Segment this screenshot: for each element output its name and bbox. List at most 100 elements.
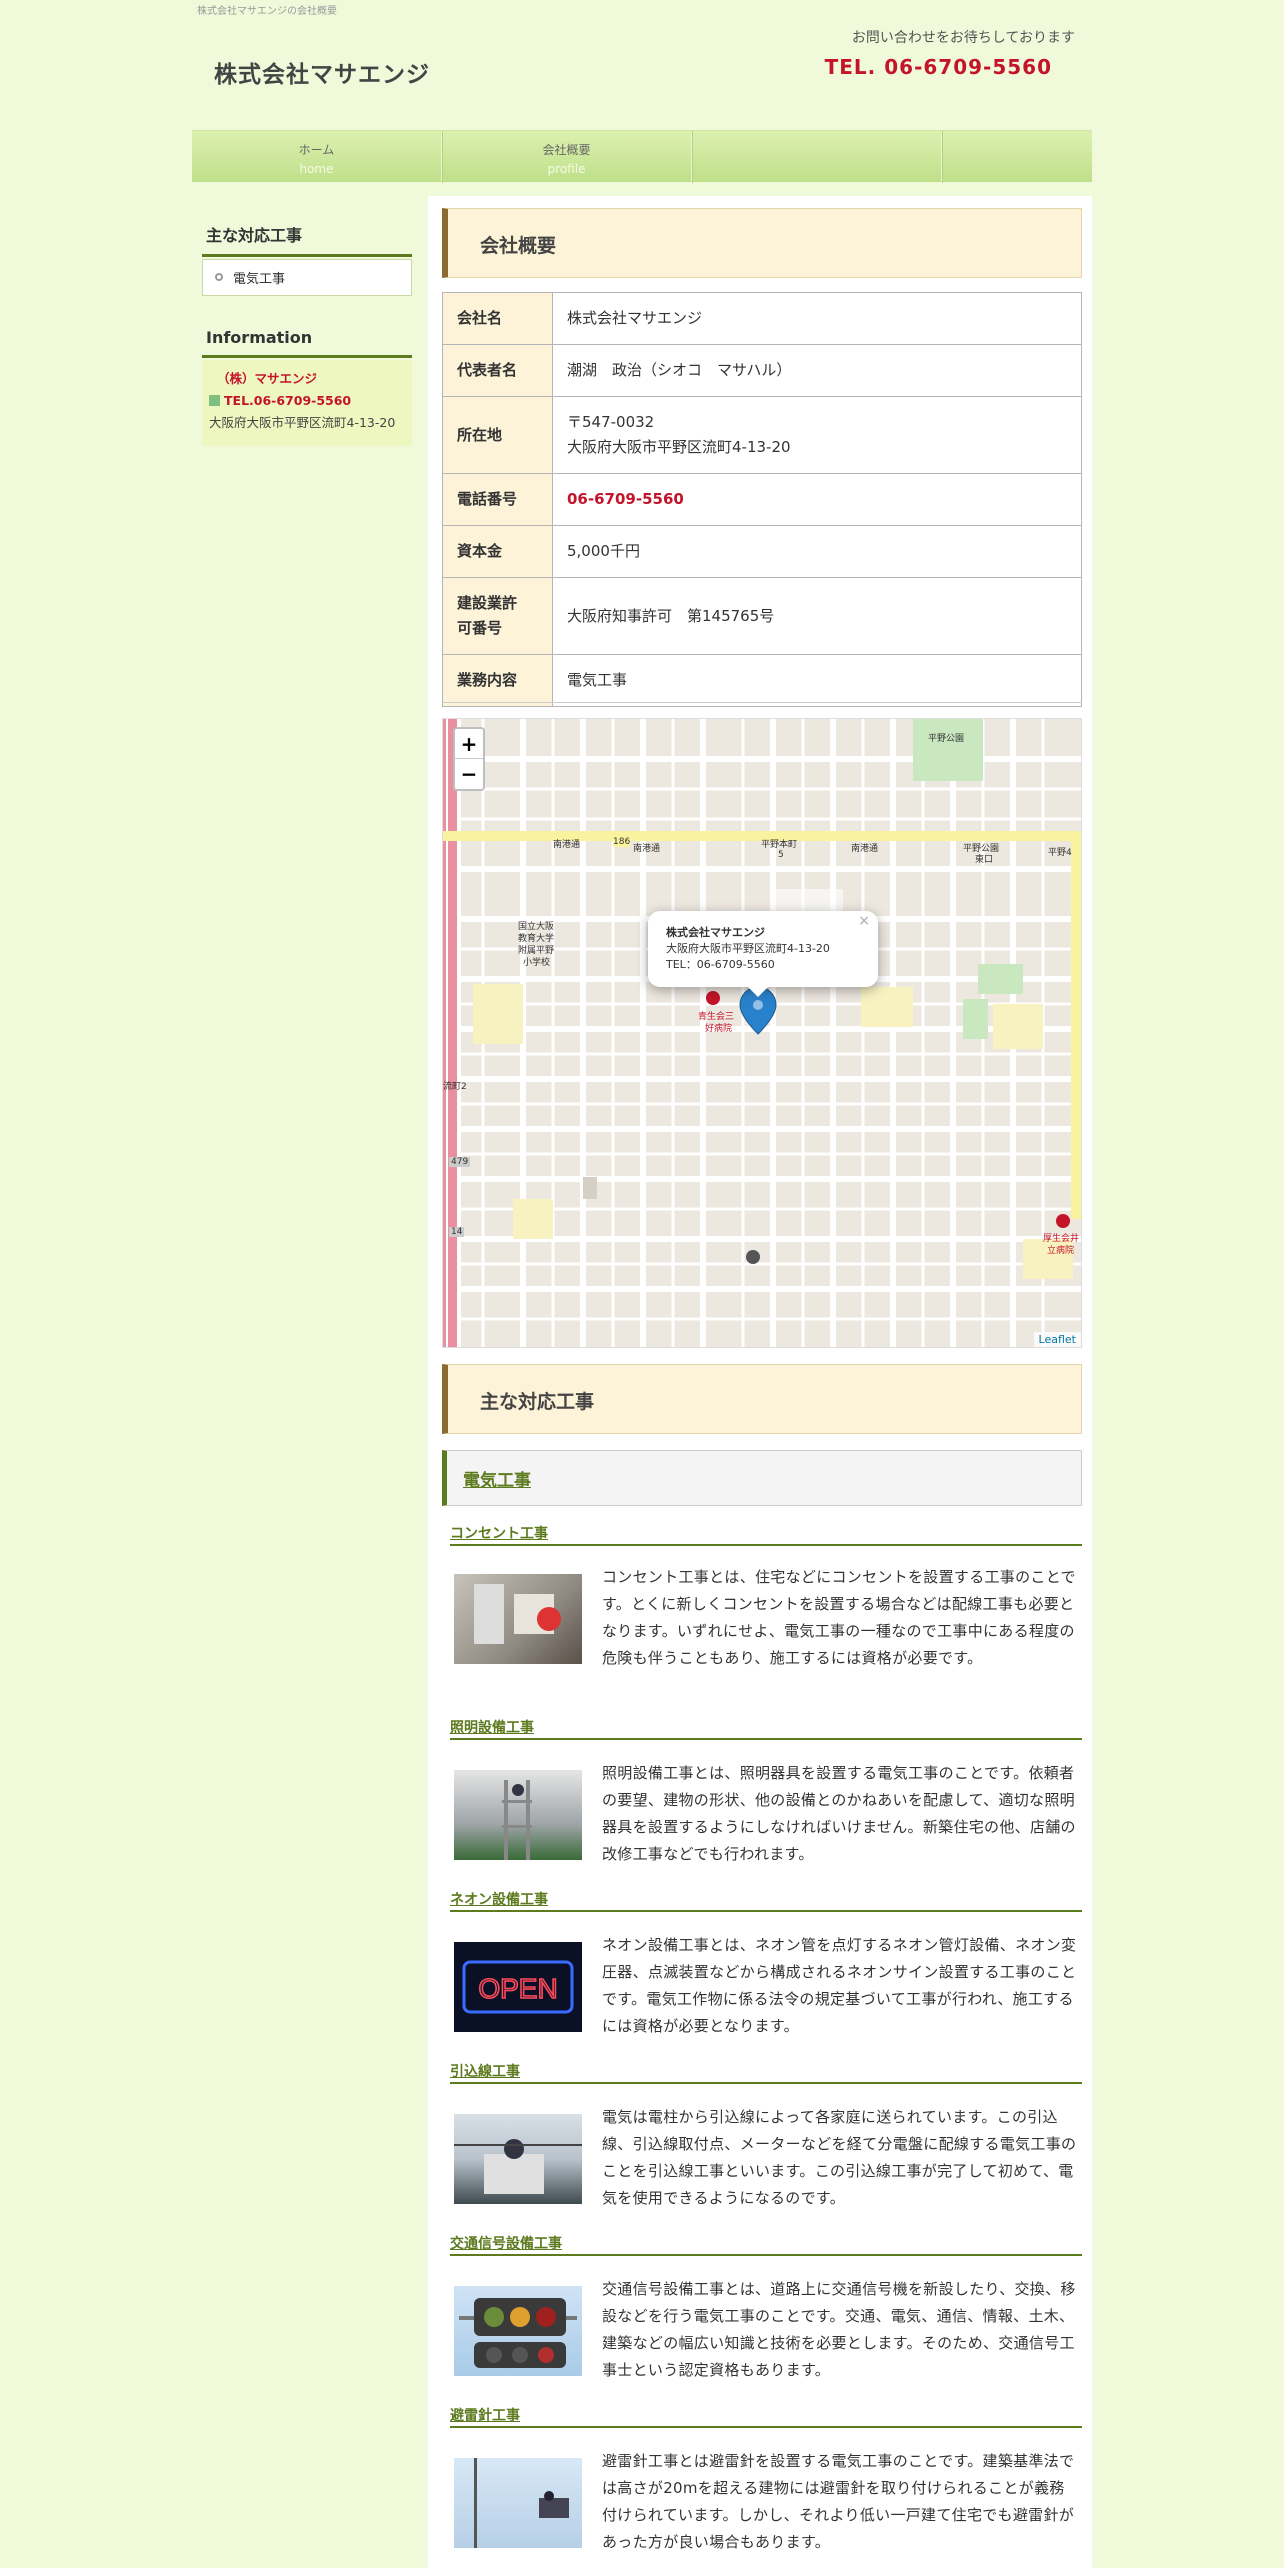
zoom-out-button[interactable]: −	[455, 759, 483, 789]
company-row-value: 〒547-0032 大阪府大阪市平野区流町4-13-20	[552, 396, 1082, 474]
service-title[interactable]: 交通信号設備工事	[450, 2230, 1082, 2256]
service-title[interactable]: 避雷針工事	[450, 2402, 1082, 2428]
company-row: 資本金 5,000千円	[442, 525, 1082, 578]
info-tel[interactable]: TEL.06-6709-5560	[209, 390, 405, 412]
sidebar-item-label: 電気工事	[233, 272, 286, 287]
lighting-work-photo	[454, 1770, 582, 1860]
map-label: 立病院	[1047, 1246, 1075, 1256]
popup-address: 大阪府大阪市平野区流町4-13-20	[666, 942, 830, 955]
company-row-value: 5,000千円	[552, 525, 1082, 578]
category-link[interactable]: 電気工事	[463, 1471, 531, 1491]
traffic-signal-photo	[454, 2286, 582, 2376]
phone-icon	[209, 395, 220, 406]
company-row-label: 建設業許 可番号	[442, 577, 553, 655]
company-row-label: 資本金	[442, 525, 553, 578]
service-line-photo	[454, 2114, 582, 2204]
company-row-label: 所在地	[442, 396, 553, 474]
header-tel[interactable]: TEL. 06-6709-5560	[825, 55, 1052, 79]
company-row-value: 潮湖 政治（シオコ マサハル）	[552, 344, 1082, 397]
company-row: 会社名 株式会社マサエンジ	[442, 292, 1082, 345]
company-row-label: 代表者名	[442, 344, 553, 397]
map-label: 186	[613, 837, 631, 847]
map-label: 5	[778, 850, 784, 860]
service-title[interactable]: ネオン設備工事	[450, 1886, 1082, 1912]
map-label: 南港通	[851, 844, 879, 854]
company-heading: 会社概要	[442, 208, 1082, 278]
zoom-in-button[interactable]: +	[455, 729, 483, 759]
site-title[interactable]: 株式会社マサエンジ	[214, 55, 430, 89]
service-title[interactable]: 照明設備工事	[450, 1714, 1082, 1740]
main-content: 会社概要 会社名 株式会社マサエンジ 代表者名 潮湖 政治（シオコ マサハル） 所在地〒…	[428, 196, 1092, 2568]
company-row-label: 電話番号	[442, 473, 553, 526]
company-table: 会社名 株式会社マサエンジ 代表者名 潮湖 政治（シオコ マサハル） 所在地 〒547-0…	[442, 292, 1082, 707]
map-label: 14	[449, 1227, 465, 1237]
traffic-light-icon	[459, 2298, 577, 2368]
sidebar: 主な対応工事 電気工事 Information （株）マサエンジ TEL.06-…	[202, 212, 412, 446]
map-label: 479	[449, 1157, 471, 1167]
map-label: 平野4	[1048, 848, 1072, 858]
info-tel-text: TEL.06-6709-5560	[224, 393, 352, 408]
company-row: 代表者名 潮湖 政治（シオコ マサハル）	[442, 344, 1082, 397]
service-text: 照明設備工事とは、照明器具を設置する電気工事のことです。依頼者の要望、建物の形状…	[602, 1764, 1076, 1863]
company-row-value: 電気工事	[552, 654, 1082, 707]
bullet-icon	[215, 273, 223, 281]
neon-sign-text: OPEN	[478, 1973, 557, 2004]
service-text: 交通信号設備工事とは、道路上に交通信号機を新設したり、交換、移設などを行う電気工…	[602, 2280, 1076, 2379]
sidebar-works-heading: 主な対応工事	[202, 212, 412, 257]
map-label: 東口	[975, 855, 994, 865]
site-header: 株式会社マサエンジ お問い合わせをお待ちしております TEL. 06-6709-…	[192, 0, 1092, 128]
nav-sublabel: profile	[547, 162, 586, 176]
map[interactable]: 平野公園 南港通 186 南港通 平野本町 5 南港通 平野公園 東口 平野4 …	[442, 718, 1082, 1348]
service-title[interactable]: コンセント工事	[450, 1520, 1082, 1546]
service-text: 避雷針工事とは避雷針を設置する電気工事のことです。建築基準法では高さが20mを超…	[602, 2452, 1075, 2551]
popup-title: 株式会社マサエンジ	[666, 926, 765, 939]
close-icon[interactable]: ×	[858, 913, 870, 929]
nav-label: ホーム	[298, 143, 335, 157]
company-row-value: 株式会社マサエンジ	[552, 292, 1082, 345]
neon-sign-photo: OPEN	[454, 1942, 582, 2032]
company-row-label: 会社名	[442, 292, 553, 345]
service-text: コンセント工事とは、住宅などにコンセントを設置する工事のことです。とくに新しくコ…	[602, 1568, 1076, 1667]
company-row: 電話番号 06-6709-5560	[442, 473, 1082, 526]
company-row-value: 大阪府知事許可 第145765号	[552, 577, 1082, 655]
map-label: 流町2	[443, 1082, 467, 1092]
divider	[442, 702, 1082, 703]
info-box: （株）マサエンジ TEL.06-6709-5560 大阪府大阪市平野区流町4-1…	[202, 360, 412, 446]
company-row: 建設業許 可番号 大阪府知事許可 第145765号	[442, 577, 1082, 655]
service-title[interactable]: 引込線工事	[450, 2058, 1082, 2084]
map-label: 平野公園	[928, 734, 965, 744]
lightning-rod-photo	[454, 2458, 582, 2548]
info-company-name: （株）マサエンジ	[217, 371, 318, 386]
outlet-work-photo	[454, 1574, 582, 1664]
map-label: 小学校	[523, 958, 551, 968]
global-nav: ホーム home 会社概要 profile	[192, 130, 1092, 183]
company-row: 業務内容 電気工事	[442, 654, 1082, 707]
service-text: 電気は電柱から引込線によって各家庭に送られています。この引込線、引込線取付点、メ…	[602, 2108, 1077, 2207]
lightning-rod-icon	[474, 2458, 569, 2548]
leaflet-attribution[interactable]: Leaflet	[1033, 1332, 1081, 1347]
map-label: 南港通	[633, 844, 661, 854]
popup-tel: TEL：06-6709-5560	[666, 958, 775, 971]
contact-message: お問い合わせをお待ちしております	[851, 30, 1075, 46]
company-row: 所在地 〒547-0032 大阪府大阪市平野区流町4-13-20	[442, 396, 1082, 474]
company-row-value[interactable]: 06-6709-5560	[552, 473, 1082, 526]
service-text: ネオン設備工事とは、ネオン管を点灯するネオン管灯設備、ネオン変圧器、点滅装置など…	[602, 1936, 1077, 2035]
nav-item-profile[interactable]: 会社概要 profile	[442, 131, 692, 183]
company-row-label: 業務内容	[442, 654, 553, 707]
ladder-icon	[502, 1780, 532, 1860]
neon-sign-icon: OPEN	[462, 1960, 574, 2014]
outlet-icon	[474, 1584, 561, 1644]
bucket-truck-icon	[454, 2139, 582, 2194]
nav-empty-slot	[692, 131, 942, 183]
map-popup: × 株式会社マサエンジ 大阪府大阪市平野区流町4-13-20 TEL：06-67…	[648, 911, 878, 997]
works-heading: 主な対応工事	[442, 1364, 1082, 1434]
category-electrical: 電気工事	[442, 1450, 1082, 1506]
map-label: 南港通	[553, 840, 581, 850]
nav-sublabel: home	[299, 162, 334, 176]
nav-item-home[interactable]: ホーム home	[192, 131, 442, 183]
info-address: 大阪府大阪市平野区流町4-13-20	[209, 415, 396, 430]
map-label: 好病院	[705, 1024, 733, 1034]
map-label: 平野本町	[761, 840, 798, 850]
sidebar-item-electrical[interactable]: 電気工事	[202, 259, 412, 296]
map-zoom-control: + −	[453, 727, 485, 791]
